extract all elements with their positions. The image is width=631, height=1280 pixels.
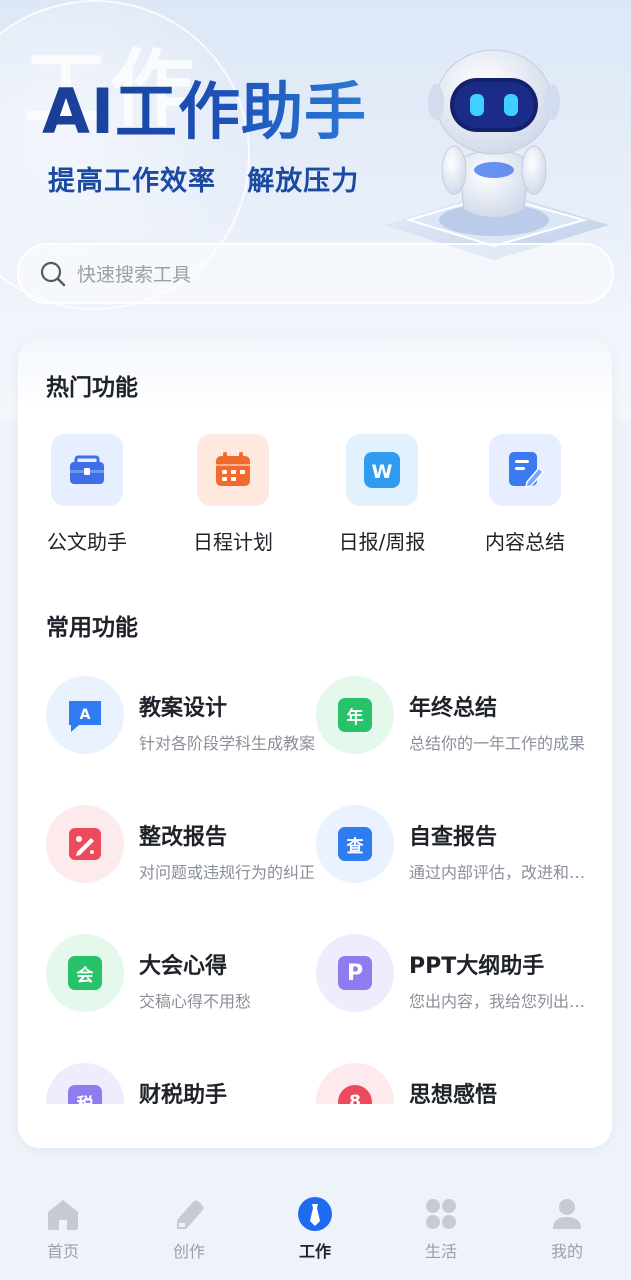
hot-features-title: 热门功能 <box>46 375 138 401</box>
common-item-desc: 对问题或违规行为的纠正 <box>139 863 316 882</box>
hot-item-schedule[interactable]: 日程计划 <box>168 434 298 555</box>
hero-title: AI工作助手 <box>42 72 367 152</box>
tab-me[interactable]: 我的 <box>527 1196 607 1262</box>
tab-work[interactable]: 工作 <box>275 1196 355 1262</box>
common-item-year-end[interactable]: 年 年终总结 总结你的一年工作的成果 <box>316 676 591 756</box>
rectify-report-icon <box>69 828 101 860</box>
common-item-title: 思想感悟 <box>409 1083 498 1104</box>
common-item-title: PPT大纲助手 <box>409 954 545 979</box>
meeting-notes-icon: 会 <box>68 956 102 990</box>
thoughts-icon: 8 <box>338 1085 372 1104</box>
hot-item-summary[interactable]: 内容总结 <box>460 434 590 555</box>
meeting-notes-icon-bg: 会 <box>46 934 124 1012</box>
common-item-desc: 通过内部评估，改进和提升 <box>409 863 587 882</box>
common-item-desc: 总结你的一年工作的成果 <box>409 734 586 753</box>
hot-item-daily-weekly[interactable]: W 日报/周报 <box>317 434 447 555</box>
tax-icon: 税 <box>68 1085 102 1104</box>
search-placeholder: 快速搜索工具 <box>77 264 192 286</box>
tab-home[interactable]: 首页 <box>23 1196 103 1262</box>
calendar-icon <box>197 434 269 506</box>
edit-note-icon <box>489 434 561 506</box>
user-icon <box>553 1199 581 1229</box>
tab-create[interactable]: 创作 <box>149 1196 229 1262</box>
briefcase-icon <box>51 434 123 506</box>
common-item-title: 整改报告 <box>139 825 228 850</box>
features-card: 热门功能 公文助手 日程计划 W 日报/周报 内容总结 常用功能 A 教案设计 … <box>18 338 612 1148</box>
search-bar[interactable]: 快速搜索工具 <box>17 243 614 304</box>
bottom-tab-bar: 首页 创作 工作 生活 我的 <box>0 1180 631 1280</box>
common-features-list: A 教案设计 针对各阶段学科生成教案 年 年终总结 总结你的一年工作的成果 整改… <box>46 676 606 1104</box>
common-item-desc: 您出内容，我给您列出大纲 <box>409 992 587 1011</box>
thoughts-icon-bg: 8 <box>316 1063 394 1104</box>
common-item-title: 财税助手 <box>139 1083 228 1104</box>
common-item-desc: 交稿心得不用愁 <box>139 992 252 1011</box>
tab-label: 生活 <box>424 1242 457 1261</box>
hot-item-label: 日报/周报 <box>338 530 426 554</box>
hero-subtitle: 提高工作效率 解放压力 <box>48 166 360 197</box>
search-icon <box>40 261 66 286</box>
ppt-outline-icon-bg: P <box>316 934 394 1012</box>
year-end-icon-bg: 年 <box>316 676 394 754</box>
common-item-self-check[interactable]: 查 自查报告 通过内部评估，改进和提升 <box>316 805 591 885</box>
common-item-title: 年终总结 <box>409 696 498 721</box>
year-end-icon: 年 <box>338 698 372 732</box>
svg-text:W: W <box>372 461 393 483</box>
hot-item-label: 日程计划 <box>193 530 273 554</box>
tab-label: 工作 <box>298 1242 331 1261</box>
tab-label: 我的 <box>550 1242 583 1261</box>
lesson-plan-icon: A <box>69 701 101 732</box>
self-check-icon: 查 <box>338 827 372 861</box>
common-item-title: 教案设计 <box>139 696 228 721</box>
hot-item-label: 内容总结 <box>485 530 565 554</box>
common-item-desc: 针对各阶段学科生成教案 <box>139 734 316 753</box>
tab-label: 创作 <box>172 1242 205 1261</box>
tab-life[interactable]: 生活 <box>401 1196 481 1262</box>
common-features-title: 常用功能 <box>46 615 138 641</box>
robot-illustration <box>384 49 609 260</box>
common-item-thoughts[interactable]: 8 思想感悟 <box>316 1063 591 1104</box>
hot-item-label: 公文助手 <box>47 530 127 554</box>
common-item-ppt-outline[interactable]: P PPT大纲助手 您出内容，我给您列出大纲 <box>316 934 591 1014</box>
home-icon <box>48 1200 78 1230</box>
tie-icon <box>298 1197 332 1231</box>
common-item-title: 大会心得 <box>139 954 228 979</box>
common-item-rectify-report[interactable]: 整改报告 对问题或违规行为的纠正 <box>46 805 321 885</box>
pencil-icon <box>177 1200 204 1229</box>
svg-text:A: A <box>80 707 91 723</box>
tab-label: 首页 <box>46 1242 79 1261</box>
common-item-lesson-plan[interactable]: A 教案设计 针对各阶段学科生成教案 <box>46 676 321 756</box>
tax-icon-bg: 税 <box>46 1063 124 1104</box>
common-item-meeting-notes[interactable]: 会 大会心得 交稿心得不用愁 <box>46 934 321 1014</box>
hot-item-official-docs[interactable]: 公文助手 <box>22 434 152 555</box>
common-item-title: 自查报告 <box>409 825 498 850</box>
grid-icon <box>426 1199 456 1229</box>
self-check-icon-bg: 查 <box>316 805 394 883</box>
rectify-report-icon-bg <box>46 805 124 883</box>
lesson-plan-icon-bg: A <box>46 676 124 754</box>
word-doc-icon: W <box>346 434 418 506</box>
ppt-outline-icon: P <box>338 956 372 990</box>
common-item-tax[interactable]: 税 财税助手 <box>46 1063 321 1104</box>
